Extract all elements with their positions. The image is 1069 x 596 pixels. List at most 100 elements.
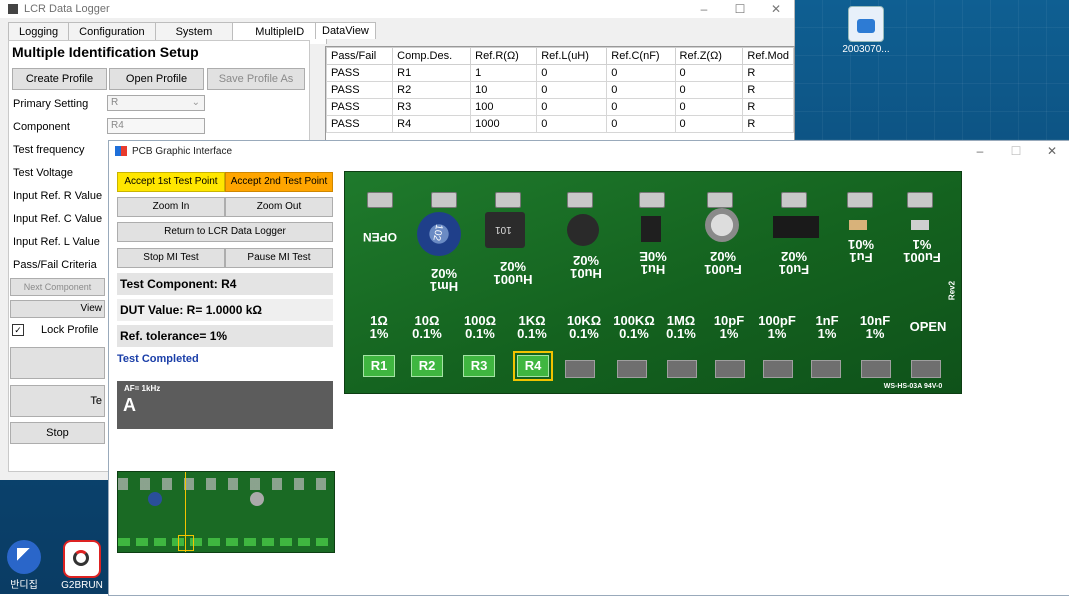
test-point[interactable] xyxy=(811,360,841,378)
value-label-line: 0.1% xyxy=(412,326,442,341)
test-point[interactable] xyxy=(667,360,697,378)
capacitor-100uf[interactable] xyxy=(705,208,739,242)
input-ref-l-label: Input Ref. L Value xyxy=(13,236,100,248)
save-profile-as-button[interactable]: Save Profile As xyxy=(207,68,305,90)
stop-button[interactable]: Stop xyxy=(10,422,105,444)
top-pad[interactable] xyxy=(707,192,733,208)
cell: R xyxy=(742,64,794,82)
zoom-out-button[interactable]: Zoom Out xyxy=(225,197,333,217)
desktop-icon-g2brun-label: G2BRUN xyxy=(61,580,103,591)
test-point[interactable] xyxy=(911,360,941,378)
table-row[interactable]: PASS R1 1 0 0 0 R xyxy=(326,64,794,82)
top-pad[interactable] xyxy=(495,192,521,208)
return-to-lcr-button[interactable]: Return to LCR Data Logger xyxy=(117,222,333,242)
pcb-board[interactable]: OPEN 102 101 Hm1 %02 Hu001 %02 Hu01 %02 Hu1… xyxy=(344,171,962,394)
desktop-icon-bandizip-label: 반디집 xyxy=(10,580,38,591)
top-pad[interactable] xyxy=(639,192,665,208)
test-point[interactable] xyxy=(617,360,647,378)
start-button[interactable] xyxy=(10,347,105,379)
flipped-label-line: Fu001 xyxy=(903,250,941,265)
zoom-in-button[interactable]: Zoom In xyxy=(117,197,225,217)
top-pad[interactable] xyxy=(431,192,457,208)
test-point-r4[interactable]: R4 xyxy=(513,351,553,381)
col-ref-z[interactable]: Ref.Z(Ω) xyxy=(674,47,744,65)
cell: 0 xyxy=(606,64,676,82)
cell: 1 xyxy=(470,64,538,82)
view-button[interactable]: View xyxy=(10,300,105,318)
component-field[interactable]: R4 xyxy=(107,118,205,134)
col-comp-des[interactable]: Comp.Des. xyxy=(392,47,472,65)
input-ref-c-label: Input Ref. C Value xyxy=(13,213,103,225)
stop-mi-test-button[interactable]: Stop MI Test xyxy=(117,248,225,268)
cell: 0 xyxy=(606,115,676,133)
col-ref-c[interactable]: Ref.C(nF) xyxy=(606,47,676,65)
board-thumbnail[interactable] xyxy=(117,471,335,553)
desktop-icon-bandizip[interactable]: 반디집 xyxy=(0,540,54,591)
flipped-label-line: %02 xyxy=(780,249,808,264)
accept-2nd-test-point-button[interactable]: Accept 2nd Test Point xyxy=(225,172,333,192)
tab-dataview[interactable]: DataView xyxy=(315,22,376,39)
ref-tolerance-label: Ref. tolerance= 1% xyxy=(117,325,333,347)
cell: 0 xyxy=(606,81,676,99)
lock-profile-checkbox[interactable]: ✓ xyxy=(12,324,24,336)
capacitor-100uf-b[interactable] xyxy=(911,220,929,230)
test-point[interactable] xyxy=(763,360,793,378)
value-label-line: 0.1% xyxy=(619,326,649,341)
pcb-maximize-button[interactable]: ☐ xyxy=(998,144,1034,158)
top-pad[interactable] xyxy=(367,192,393,208)
pcb-minimize-button[interactable]: – xyxy=(962,144,998,158)
table-row[interactable]: PASS R2 10 0 0 0 R xyxy=(326,81,794,99)
test-point[interactable] xyxy=(861,360,891,378)
pcb-app-icon xyxy=(115,146,127,156)
test-point-r2[interactable]: R2 xyxy=(411,355,443,377)
top-pad[interactable] xyxy=(781,192,807,208)
desktop-icon-g2brun[interactable]: G2BRUN xyxy=(52,540,112,591)
tab-logging[interactable]: Logging xyxy=(8,22,70,42)
maximize-button[interactable]: ☐ xyxy=(722,2,758,16)
test-point[interactable] xyxy=(715,360,745,378)
data-table: Pass/Fail Comp.Des. Ref.R(Ω) Ref.L(uH) R… xyxy=(326,47,794,133)
table-header-row: Pass/Fail Comp.Des. Ref.R(Ω) Ref.L(uH) R… xyxy=(326,47,794,65)
test-button[interactable]: Te xyxy=(10,385,105,417)
pause-mi-test-button[interactable]: Pause MI Test xyxy=(225,248,333,268)
lock-profile-label: Lock Profile xyxy=(41,324,99,336)
test-point[interactable] xyxy=(565,360,595,378)
accept-1st-test-point-button[interactable]: Accept 1st Test Point xyxy=(117,172,225,192)
inductor-10uh[interactable] xyxy=(567,214,599,246)
table-row[interactable]: PASS R3 100 0 0 0 R xyxy=(326,98,794,116)
col-ref-l[interactable]: Ref.L(uH) xyxy=(536,47,608,65)
cell: 0 xyxy=(536,98,608,116)
rev-label: Rev2 xyxy=(947,280,957,301)
thumb-pads xyxy=(118,478,334,490)
next-component-button[interactable]: Next Component xyxy=(10,278,105,296)
top-pad[interactable] xyxy=(907,192,933,208)
open-profile-button[interactable]: Open Profile xyxy=(109,68,204,90)
close-button[interactable]: ✕ xyxy=(758,2,794,16)
inductor-100uh[interactable]: 101 xyxy=(485,212,525,248)
capacitor-10uf[interactable] xyxy=(773,216,819,238)
primary-setting-select[interactable]: R ⌄ xyxy=(107,95,205,111)
test-point-r3[interactable]: R3 xyxy=(463,355,495,377)
inductor-1mh[interactable]: 102 xyxy=(417,212,461,256)
tab-system[interactable]: System xyxy=(154,22,234,42)
create-profile-button[interactable]: Create Profile xyxy=(12,68,107,90)
col-ref-r[interactable]: Ref.R(Ω) xyxy=(470,47,538,65)
top-pad[interactable] xyxy=(847,192,873,208)
tab-configuration[interactable]: Configuration xyxy=(68,22,156,42)
cell: PASS xyxy=(326,64,394,82)
flipped-label-line: Hu01 xyxy=(570,266,602,281)
flipped-label: Hu001 %02 xyxy=(485,259,541,287)
capacitor-1uf[interactable] xyxy=(849,220,867,230)
top-pad[interactable] xyxy=(567,192,593,208)
value-label: 100Ω 0.1% xyxy=(455,314,505,340)
minimize-button[interactable]: – xyxy=(686,2,722,16)
col-pass-fail[interactable]: Pass/Fail xyxy=(326,47,394,65)
inductor-1uh[interactable] xyxy=(641,216,661,242)
flipped-label-line: Fu01 xyxy=(778,262,810,277)
cell: R4 xyxy=(392,115,472,133)
col-ref-mod[interactable]: Ref.Mod xyxy=(742,47,794,65)
test-point-r1[interactable]: R1 xyxy=(363,355,395,377)
pcb-close-button[interactable]: ✕ xyxy=(1034,144,1069,158)
table-row[interactable]: PASS R4 1000 0 0 0 R xyxy=(326,115,794,133)
desktop-icon-file[interactable]: 2003070... xyxy=(836,6,896,55)
